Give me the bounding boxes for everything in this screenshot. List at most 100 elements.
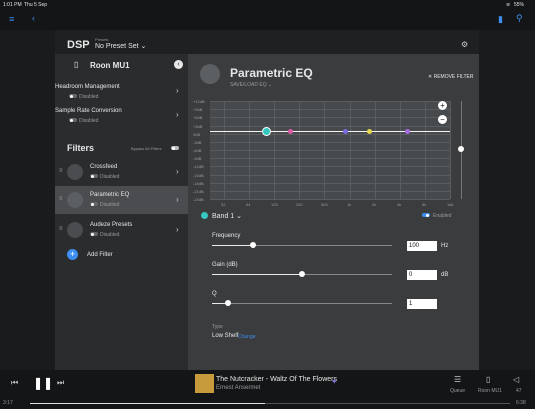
grid-line [224, 101, 225, 199]
grid-line [210, 142, 450, 143]
device-icon: ▯ [74, 60, 79, 69]
gain-slider-knob[interactable] [299, 271, 305, 277]
grid-line [274, 101, 275, 199]
settings-icon[interactable]: ⚙ [461, 40, 468, 49]
menu-icon[interactable]: ≡ [9, 14, 14, 24]
grid-line [210, 109, 450, 110]
add-filter-label: Add Filter [87, 252, 113, 258]
q-slider[interactable] [212, 300, 392, 306]
volume-icon[interactable]: ◁ [513, 375, 519, 384]
db-tick-label: -24dB [193, 197, 204, 202]
previous-icon[interactable]: ⏮ [11, 378, 18, 388]
sample-rate-status: Disabled [79, 118, 99, 124]
next-icon[interactable]: ⏭ [57, 378, 64, 388]
grid-line [425, 101, 426, 199]
progress-track[interactable] [30, 403, 510, 404]
grid-line [210, 101, 450, 102]
frequency-input[interactable]: 100 [407, 241, 437, 251]
save-load-button[interactable]: SAVE/LOAD EQ ⌄ [230, 82, 272, 88]
album-art[interactable] [195, 374, 214, 393]
headroom-row[interactable]: Headroom Management Disabled › [55, 80, 188, 104]
filter-name: Audeze Presets [90, 222, 133, 228]
band-4-handle[interactable] [367, 129, 372, 134]
band-enabled-label: Enabled [433, 213, 452, 219]
headroom-toggle[interactable] [69, 94, 77, 98]
status-bar: 1:01 PM Thu 5 Sep ≋ 55% [0, 0, 535, 10]
filter-item-parametric-eq[interactable]: ≡ Parametric EQ Disabled › [55, 186, 188, 214]
close-panel-icon[interactable]: ‹ [174, 60, 183, 69]
freq-tick-label: 250 [296, 202, 303, 207]
back-icon[interactable]: ‹ [32, 13, 35, 23]
remove-filter-button[interactable]: ✕ REMOVE FILTER [428, 74, 474, 80]
grid-line [210, 175, 450, 176]
gain-label: Gain (dB) [212, 262, 238, 268]
track-artist[interactable]: Ernest Ansermet [216, 385, 260, 391]
search-icon[interactable]: ⚲ [516, 13, 523, 24]
chevron-right-icon: › [176, 110, 179, 119]
sample-rate-toggle[interactable] [69, 118, 77, 122]
zone-icon[interactable]: ▯ [486, 375, 490, 384]
grid-line [249, 101, 250, 199]
eq-graph[interactable] [210, 101, 451, 200]
device-name: Roon MU1 [90, 61, 130, 70]
add-filter-button[interactable]: + Add Filter [67, 249, 177, 261]
filter-item-audeze[interactable]: ≡ Audeze Presets Disabled › [55, 216, 188, 244]
vertical-scroll-knob[interactable] [458, 146, 464, 152]
grid-line [210, 150, 450, 151]
zoom-in-icon[interactable]: + [438, 101, 447, 110]
grid-line [210, 183, 450, 184]
queue-icon[interactable]: ☰ [454, 375, 461, 384]
sample-rate-row[interactable]: Sample Rate Conversion Disabled › [55, 104, 188, 128]
filter-status: Disabled [100, 232, 120, 238]
drag-handle-icon[interactable]: ≡ [59, 168, 63, 174]
gain-input[interactable]: 0 [407, 270, 437, 280]
zoom-out-icon[interactable]: − [438, 115, 447, 124]
eq-toggle[interactable] [90, 202, 98, 206]
grid-line [210, 158, 450, 159]
db-tick-label: -18dB [193, 181, 204, 186]
frequency-slider[interactable] [212, 242, 392, 248]
band-2-handle[interactable] [288, 129, 293, 134]
band-selector[interactable]: Band 1 ⌄ [212, 212, 242, 220]
gain-slider[interactable] [212, 271, 392, 277]
band-1-handle[interactable] [263, 128, 270, 135]
type-label: Type [212, 324, 223, 330]
eq-title: Parametric EQ [230, 66, 313, 80]
filter-item-crossfeed[interactable]: ≡ Crossfeed Disabled › [55, 158, 188, 186]
band-5-handle[interactable] [405, 129, 410, 134]
chevron-right-icon: › [176, 86, 179, 95]
gain-unit: dB [441, 272, 449, 278]
background-right [479, 30, 535, 370]
grid-line [375, 101, 376, 199]
band-enabled-toggle[interactable] [422, 213, 430, 217]
q-input[interactable]: 1 [407, 299, 437, 309]
bypass-toggle[interactable] [171, 146, 179, 150]
headroom-status: Disabled [79, 94, 99, 100]
grid-line [210, 191, 450, 192]
preset-selector[interactable]: No Preset Set ⌄ [95, 42, 146, 50]
type-change-link[interactable]: Change [238, 334, 256, 340]
crossfeed-toggle[interactable] [90, 174, 98, 178]
queue-label: Queue [450, 388, 466, 394]
drag-handle-icon[interactable]: ≡ [59, 226, 63, 232]
type-value: Low Shelf [212, 333, 239, 339]
track-title[interactable]: The Nutcracker - Waltz Of The Flowers [216, 376, 337, 383]
star-icon[interactable]: ✦ [331, 377, 338, 386]
filter-status: Disabled [100, 202, 120, 208]
db-tick-label: 0dB [193, 132, 201, 137]
bookmark-icon[interactable]: ▮ [498, 14, 503, 25]
band-3-handle[interactable] [343, 129, 348, 134]
background-left [0, 30, 55, 370]
player-bar: ⏮ ❚❚ ⏭ The Nutcracker - Waltz Of The Flo… [0, 370, 535, 409]
plus-icon: + [67, 249, 78, 260]
grid-line [450, 101, 451, 199]
audeze-toggle[interactable] [90, 232, 98, 236]
chevron-right-icon: › [176, 167, 179, 176]
db-tick-label: +6dB [193, 115, 203, 120]
eq-curve [210, 131, 450, 132]
drag-handle-icon[interactable]: ≡ [59, 196, 63, 202]
q-label: Q [212, 291, 217, 297]
pause-icon[interactable]: ❚❚ [33, 376, 53, 390]
grid-line [299, 101, 300, 199]
chevron-right-icon: › [176, 195, 179, 204]
